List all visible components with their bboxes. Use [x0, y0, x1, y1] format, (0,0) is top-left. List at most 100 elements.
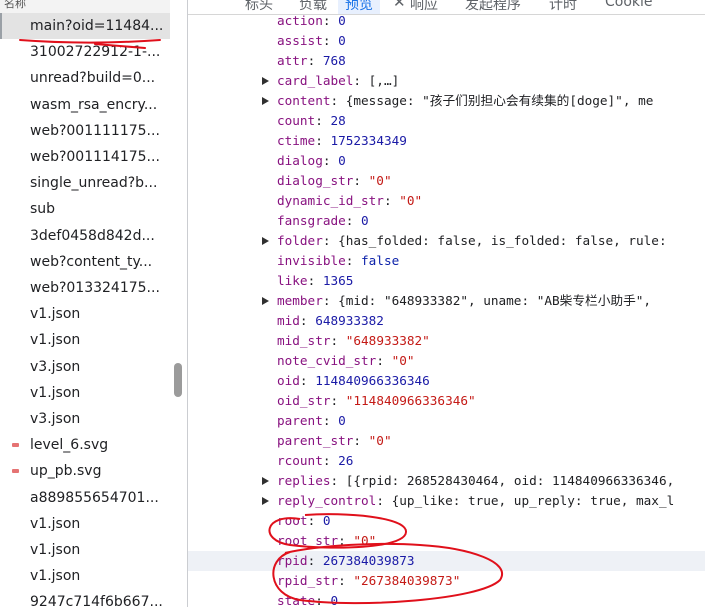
key-separator: : [383, 193, 400, 208]
request-name: v3.json [30, 358, 81, 375]
request-name: up_pb.svg [30, 463, 102, 480]
request-name: wasm_rsa_encry... [30, 96, 158, 113]
close-icon[interactable]: ✕ [393, 0, 406, 11]
json-key: attr [277, 53, 308, 68]
json-key: oid [277, 373, 300, 388]
json-property-row: root_str: "0" [188, 531, 705, 551]
json-property-row[interactable]: member: {mid: "648933382", uname: "AB柴专栏… [188, 291, 705, 311]
json-property-row: ctime: 1752334349 [188, 131, 705, 151]
request-name: web?content_ty... [30, 253, 153, 270]
request-name: single_unread?b... [30, 175, 158, 192]
request-row[interactable]: v3.json [0, 354, 170, 380]
json-entry: dialog: 0 [277, 151, 346, 171]
json-value: {has_folded: false, is_folded: false, ru… [338, 233, 667, 248]
request-name: 9247c714f6b667... [30, 594, 163, 607]
request-row[interactable]: v3.json [0, 406, 170, 432]
json-entry: action: 0 [277, 15, 346, 31]
request-name: v1.json [30, 515, 81, 532]
request-row[interactable]: 9247c714f6b667... [0, 589, 170, 607]
json-property-row[interactable]: content: {message: "孩子们别担心会有续集的[doge]", … [188, 91, 705, 111]
tab-6[interactable]: Cookie [605, 0, 653, 10]
json-property-row: attr: 768 [188, 51, 705, 71]
json-property-row: rpid: 267384039873 [188, 551, 705, 571]
request-row[interactable]: up_pb.svg [0, 458, 170, 484]
request-name: 31002722912-1-... [30, 44, 161, 61]
json-entry: note_cvid_str: "0" [277, 351, 415, 371]
key-separator: : [330, 473, 346, 488]
request-row[interactable]: v1.json [0, 327, 170, 353]
json-key: dynamic_id_str [277, 193, 384, 208]
tab-2[interactable]: 预览 [338, 0, 380, 14]
json-property-row[interactable]: replies: [{rpid: 268528430464, oid: 1148… [188, 471, 705, 491]
json-value: 0 [361, 213, 369, 228]
json-key: count [277, 113, 316, 128]
svg-file-icon [12, 443, 19, 448]
key-separator: : [353, 433, 369, 448]
request-row[interactable]: 31002722912-1-... [0, 39, 170, 65]
expand-triangle-icon[interactable] [262, 97, 269, 105]
json-key: action [277, 15, 323, 28]
json-entry: member: {mid: "648933382", uname: "AB柴专栏… [277, 291, 651, 311]
json-property-row[interactable]: reply_control: {up_like: true, up_reply:… [188, 491, 705, 511]
request-row[interactable]: v1.json [0, 537, 170, 563]
json-key: mid [277, 313, 300, 328]
tab-1[interactable]: 负载 [299, 0, 327, 14]
json-key: rcount [277, 453, 323, 468]
json-entry: invisible: false [277, 251, 399, 271]
request-row[interactable]: v1.json [0, 380, 170, 406]
json-value: "0" [399, 193, 423, 208]
json-value: 0 [338, 413, 346, 428]
json-value: 28 [330, 113, 346, 128]
json-property-row: oid: 114840966336346 [188, 371, 705, 391]
json-entry: like: 1365 [277, 271, 353, 291]
json-key: dialog_str [277, 173, 354, 188]
request-row[interactable]: web?content_ty... [0, 249, 170, 275]
scrollbar-thumb[interactable] [174, 363, 182, 397]
request-row[interactable]: 3def0458d842d... [0, 223, 170, 249]
tab-4[interactable]: 发起程序 [465, 0, 521, 14]
json-property-row[interactable]: card_label: [,…] [188, 71, 705, 91]
request-row[interactable]: a889855654701... [0, 485, 170, 511]
json-key: note_cvid_str [277, 353, 377, 368]
request-row[interactable]: web?013324175... [0, 275, 170, 301]
request-row[interactable]: main?oid=11484... [0, 13, 170, 39]
key-separator: : [330, 93, 346, 108]
json-property-row: parent_str: "0" [188, 431, 705, 451]
request-row[interactable]: web?001111175... [0, 118, 170, 144]
key-separator: : [307, 553, 323, 568]
json-property-row: dynamic_id_str: "0" [188, 191, 705, 211]
request-row[interactable]: unread?build=0... [0, 65, 170, 91]
request-row[interactable]: web?001114175... [0, 144, 170, 170]
request-name: web?001111175... [30, 122, 160, 139]
json-value: {message: "孩子们别担心会有续集的[doge]", me [345, 93, 654, 108]
request-list-scrollbar[interactable] [170, 0, 187, 607]
json-property-row[interactable]: folder: {has_folded: false, is_folded: f… [188, 231, 705, 251]
request-name: main?oid=11484... [30, 18, 164, 34]
request-row[interactable]: wasm_rsa_encry... [0, 92, 170, 118]
tab-3[interactable]: 响应 [410, 0, 438, 14]
json-property-row: fansgrade: 0 [188, 211, 705, 231]
request-row[interactable]: v1.json [0, 511, 170, 537]
request-row[interactable]: level_6.svg [0, 432, 170, 458]
name-column-header[interactable]: 名称 [0, 0, 187, 14]
json-key: dialog [277, 153, 323, 168]
request-row[interactable]: v1.json [0, 301, 170, 327]
json-key: reply_control [277, 493, 377, 508]
json-key: member [277, 293, 323, 308]
tab-0[interactable]: 标头 [245, 0, 273, 14]
expand-triangle-icon[interactable] [262, 297, 269, 305]
detail-tabs-bar: ✕ 标头 负载 预览 响应 发起程序 计时 Cookie [188, 0, 705, 15]
expand-triangle-icon[interactable] [262, 237, 269, 245]
json-entry: ctime: 1752334349 [277, 131, 407, 151]
expand-triangle-icon[interactable] [262, 497, 269, 505]
json-key: state [277, 593, 316, 607]
request-name: v1.json [30, 384, 81, 401]
expand-triangle-icon[interactable] [262, 477, 269, 485]
expand-triangle-icon[interactable] [262, 77, 269, 85]
request-row[interactable]: v1.json [0, 563, 170, 589]
request-name: a889855654701... [30, 489, 159, 506]
tab-5[interactable]: 计时 [549, 0, 577, 14]
request-row[interactable]: sub [0, 196, 170, 222]
request-row[interactable]: single_unread?b... [0, 170, 170, 196]
json-entry: replies: [{rpid: 268528430464, oid: 1148… [277, 471, 674, 491]
